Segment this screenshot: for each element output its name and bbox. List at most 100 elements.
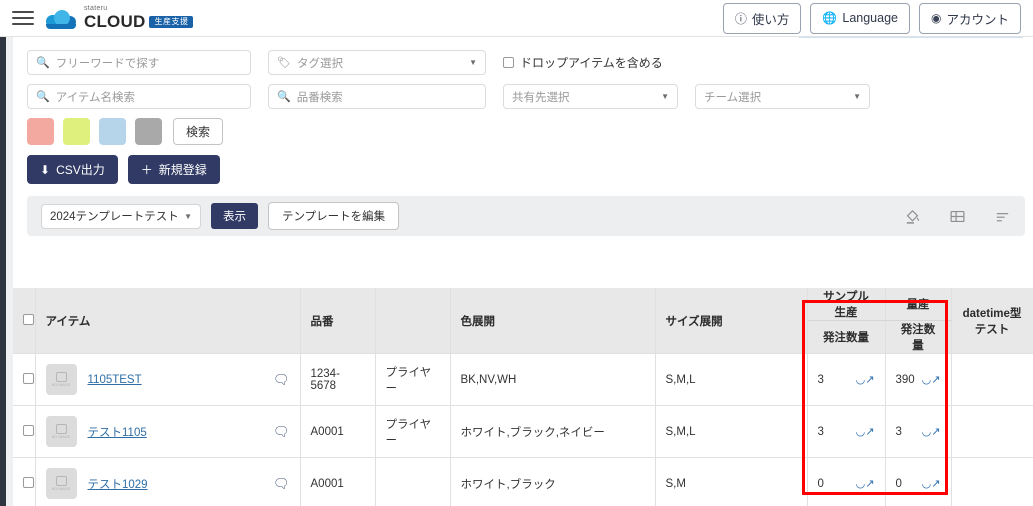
logo-title: CLOUD bbox=[84, 12, 146, 31]
select-all-checkbox[interactable] bbox=[23, 313, 34, 325]
app-logo[interactable]: stateru CLOUD 生産支援 bbox=[44, 5, 194, 31]
items-table: アイテム 品番 色展開 サイズ展開 サンプル生産 量産 datetime型テスト… bbox=[13, 288, 1033, 506]
group-header-sample: サンプル生産 bbox=[807, 288, 886, 321]
template-show-button[interactable]: 表示 bbox=[211, 203, 258, 229]
row-mass-qty-cell: 390 ◡↗ bbox=[885, 353, 952, 406]
image-icon bbox=[55, 424, 67, 434]
help-button[interactable]: ⓘ 使い方 bbox=[722, 2, 802, 34]
drop-item-checkbox[interactable]: ドロップアイテムを含める bbox=[503, 54, 663, 71]
part-number-search-input[interactable]: 🔍 品番検索 bbox=[268, 84, 486, 109]
color-swatch-pink[interactable] bbox=[27, 118, 54, 145]
item-link[interactable]: 1105TEST bbox=[88, 374, 142, 386]
item-name-search-input[interactable]: 🔍 アイテム名検索 bbox=[27, 84, 251, 109]
item-name-placeholder: アイテム名検索 bbox=[55, 91, 136, 104]
table-row[interactable]: NO IMAGE テスト1029 🗨 A0001 ホワイト,ブラック S,M 0 bbox=[13, 457, 1033, 506]
column-blank bbox=[375, 288, 451, 354]
search-button[interactable]: 検索 bbox=[173, 118, 224, 145]
language-label: Language bbox=[842, 11, 898, 25]
question-circle-icon: ⓘ bbox=[734, 11, 747, 26]
template-tools bbox=[904, 208, 1011, 225]
comment-icon[interactable]: 🗨 bbox=[273, 476, 290, 492]
row-select-cell[interactable] bbox=[13, 457, 36, 506]
language-button[interactable]: 🌐 Language bbox=[810, 2, 910, 34]
tag-select[interactable]: 🏷 タグ選択 ▼ bbox=[268, 50, 486, 75]
plus-icon: ＋ bbox=[140, 163, 153, 177]
column-datetime: datetime型テスト bbox=[951, 288, 1033, 354]
item-link[interactable]: テスト1029 bbox=[88, 476, 148, 492]
row-item-cell: NO IMAGE 1105TEST 🗨 bbox=[35, 353, 301, 406]
row-item-cell: NO IMAGE テスト1029 🗨 bbox=[35, 457, 301, 506]
no-image-label: NO IMAGE bbox=[51, 383, 71, 387]
sort-lines-icon[interactable] bbox=[994, 208, 1011, 225]
filter-row-2: 🔍 アイテム名検索 🔍 品番検索 共有先選択 ▼ チーム選択 ▼ bbox=[27, 84, 1033, 109]
row-mass-qty: 3 bbox=[895, 425, 902, 438]
external-link-icon[interactable]: ◡↗ bbox=[856, 373, 875, 386]
row-sample-qty-cell: 3 ◡↗ bbox=[807, 405, 886, 458]
row-sample-qty-cell: 0 ◡↗ bbox=[807, 457, 886, 506]
item-thumbnail-placeholder: NO IMAGE bbox=[45, 364, 77, 395]
sidebar-gap bbox=[6, 37, 13, 506]
hamburger-icon[interactable] bbox=[6, 7, 40, 29]
item-thumbnail-placeholder: NO IMAGE bbox=[45, 416, 77, 447]
chevron-down-icon: ▼ bbox=[184, 211, 192, 221]
template-select[interactable]: 2024テンプレートテスト ▼ bbox=[41, 203, 201, 229]
row-extra: プライヤー bbox=[375, 353, 451, 406]
comment-icon[interactable]: 🗨 bbox=[273, 372, 290, 388]
column-part-number: 品番 bbox=[300, 288, 376, 354]
logo-subtitle: stateru bbox=[84, 5, 108, 12]
table-layout-icon[interactable] bbox=[949, 208, 966, 225]
color-swatch-blue[interactable] bbox=[99, 118, 126, 145]
freeword-placeholder: フリーワードで探す bbox=[55, 57, 160, 70]
row-part-number: A0001 bbox=[300, 457, 376, 506]
row-colors: ホワイト,ブラック bbox=[450, 457, 656, 506]
account-label: アカウント bbox=[946, 12, 1009, 27]
row-checkbox[interactable] bbox=[23, 372, 34, 384]
external-link-icon[interactable]: ◡↗ bbox=[922, 425, 941, 438]
csv-export-button[interactable]: ⬇ CSV出力 bbox=[27, 155, 118, 184]
new-registration-button[interactable]: ＋ 新規登録 bbox=[127, 155, 220, 184]
top-actions: ⓘ 使い方 🌐 Language ◉ アカウント bbox=[722, 2, 1033, 34]
select-all-header[interactable] bbox=[13, 288, 36, 354]
external-link-icon[interactable]: ◡↗ bbox=[922, 477, 941, 490]
external-link-icon[interactable]: ◡↗ bbox=[856, 477, 875, 490]
color-swatch-gray[interactable] bbox=[135, 118, 162, 145]
row-colors: BK,NV,WH bbox=[450, 353, 656, 406]
help-label: 使い方 bbox=[751, 12, 790, 27]
row-select-cell[interactable] bbox=[13, 353, 36, 406]
paint-bucket-icon[interactable] bbox=[904, 208, 921, 225]
items-table-container[interactable]: アイテム 品番 色展開 サイズ展開 サンプル生産 量産 datetime型テスト… bbox=[13, 288, 1033, 506]
account-button[interactable]: ◉ アカウント bbox=[919, 2, 1021, 34]
filter-row-1: 🔍 フリーワードで探す 🏷 タグ選択 ▼ ドロップアイテムを含める bbox=[27, 50, 1033, 75]
cloud-icon bbox=[44, 8, 78, 29]
tag-icon: 🏷 bbox=[277, 57, 291, 69]
table-head: アイテム 品番 色展開 サイズ展開 サンプル生産 量産 datetime型テスト… bbox=[13, 288, 1033, 354]
row-sample-qty-cell: 3 ◡↗ bbox=[807, 353, 886, 406]
drop-item-label: ドロップアイテムを含める bbox=[520, 56, 663, 70]
row-part-number: A0001 bbox=[300, 405, 376, 458]
filter-panel: 🔍 フリーワードで探す 🏷 タグ選択 ▼ ドロップアイテムを含める 🔍 アイテム… bbox=[13, 38, 1033, 236]
team-select[interactable]: チーム選択 ▼ bbox=[695, 84, 870, 109]
color-swatch-row: 検索 bbox=[27, 118, 1033, 145]
row-checkbox[interactable] bbox=[23, 476, 34, 488]
template-bar: 2024テンプレートテスト ▼ 表示 テンプレートを編集 bbox=[27, 196, 1025, 236]
item-link[interactable]: テスト1105 bbox=[88, 424, 147, 440]
search-icon: 🔍 bbox=[36, 91, 50, 103]
external-link-icon[interactable]: ◡↗ bbox=[922, 373, 941, 386]
freeword-search-input[interactable]: 🔍 フリーワードで探す bbox=[27, 50, 251, 75]
template-edit-button[interactable]: テンプレートを編集 bbox=[268, 202, 400, 230]
template-selected-label: 2024テンプレートテスト bbox=[50, 211, 179, 223]
account-circle-icon: ◉ bbox=[931, 11, 942, 25]
row-mass-qty: 390 bbox=[895, 373, 915, 386]
row-datetime bbox=[951, 457, 1033, 506]
row-select-cell[interactable] bbox=[13, 405, 36, 458]
external-link-icon[interactable]: ◡↗ bbox=[856, 425, 875, 438]
color-swatch-yellow[interactable] bbox=[63, 118, 90, 145]
table-row[interactable]: NO IMAGE テスト1105 🗨 A0001 プライヤー ホワイト,ブラック… bbox=[13, 405, 1033, 458]
row-checkbox[interactable] bbox=[23, 424, 34, 436]
table-body: NO IMAGE 1105TEST 🗨 1234-5678 プライヤー BK,N… bbox=[13, 353, 1033, 506]
table-row[interactable]: NO IMAGE 1105TEST 🗨 1234-5678 プライヤー BK,N… bbox=[13, 353, 1033, 406]
column-item: アイテム bbox=[35, 288, 301, 354]
row-part-number: 1234-5678 bbox=[300, 353, 376, 406]
comment-icon[interactable]: 🗨 bbox=[273, 424, 290, 440]
share-target-select[interactable]: 共有先選択 ▼ bbox=[503, 84, 678, 109]
